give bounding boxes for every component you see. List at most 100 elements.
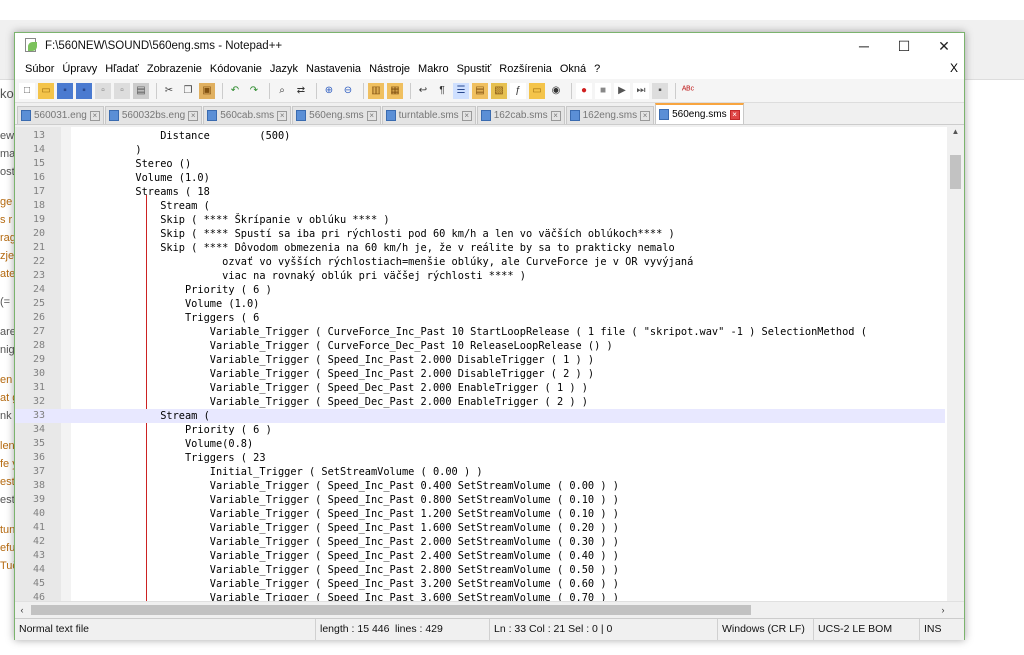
document-tab[interactable]: 560eng.sms × [292,106,381,124]
save-macro-icon[interactable]: ▪ [652,82,668,99]
code-line[interactable]: 27 Variable_Trigger ( CurveForce_Inc_Pas… [15,325,945,339]
scroll-left-arrow-icon[interactable]: ‹ [15,602,29,618]
code-line[interactable]: 30 Variable_Trigger ( Speed_Inc_Past 2.0… [15,367,945,381]
new-file-icon[interactable]: □ [19,82,35,99]
code-line[interactable]: 21 Skip ( **** Dôvodom obmezenia na 60 k… [15,241,945,255]
code-line[interactable]: 22 ozvať vo vyšších rýchlostiach=menšie … [15,255,945,269]
code-line[interactable]: 46 Variable_Trigger ( Speed_Inc_Past 3.6… [15,591,945,601]
code-line[interactable]: 44 Variable_Trigger ( Speed_Inc_Past 2.8… [15,563,945,577]
menu-item[interactable]: Rozšírenia [495,63,556,75]
code-line[interactable]: 14 ) [15,143,945,157]
code-line[interactable]: 41 Variable_Trigger ( Speed_Inc_Past 1.6… [15,521,945,535]
close-icon[interactable]: ▫ [95,82,111,99]
paste-icon[interactable]: ▣ [199,82,215,99]
code-line[interactable]: 26 Triggers ( 6 [15,311,945,325]
menu-item[interactable]: Hľadať [101,63,143,75]
stop-record-icon[interactable]: ■ [595,82,611,99]
print-icon[interactable]: ▤ [133,82,149,99]
minimize-button[interactable]: ─ [844,33,884,59]
document-tab[interactable]: 162eng.sms × [565,106,655,124]
menu-item[interactable]: Okná [556,63,590,75]
udl-icon[interactable]: ▤ [472,82,488,99]
document-tab[interactable]: 560eng.sms × [655,103,744,124]
menu-item[interactable]: Jazyk [266,63,302,75]
cut-icon[interactable]: ✂ [161,83,177,99]
code-line[interactable]: 40 Variable_Trigger ( Speed_Inc_Past 1.2… [15,507,945,521]
horizontal-scrollbar[interactable]: ‹ › [15,601,964,617]
code-line[interactable]: 23 viac na rovnaký oblúk pri väčšej rých… [15,269,945,283]
tab-close-icon[interactable]: × [461,110,472,121]
save-all-icon[interactable]: ▪ [76,82,92,99]
redo-icon[interactable]: ↷ [246,83,262,99]
tab-close-icon[interactable]: × [188,110,199,121]
code-line[interactable]: 15 Stereo () [15,157,945,171]
menu-item[interactable]: Makro [414,63,453,75]
zoom-out-icon[interactable]: ⊖ [340,83,356,99]
code-line[interactable]: 25 Volume (1.0) [15,297,945,311]
code-line[interactable]: 13 Distance (500) [15,129,945,143]
record-macro-icon[interactable]: ● [576,82,592,99]
document-tab[interactable]: 560031.eng × [17,106,104,124]
code-line[interactable]: 29 Variable_Trigger ( Speed_Inc_Past 2.0… [15,353,945,367]
code-line[interactable]: 43 Variable_Trigger ( Speed_Inc_Past 2.4… [15,549,945,563]
document-tab[interactable]: 162cab.sms × [476,106,565,124]
save-icon[interactable]: ▪ [57,82,73,99]
sync-h-icon[interactable]: ▦ [387,82,403,99]
function-list-icon[interactable]: ƒ [510,82,526,99]
tab-close-icon[interactable]: × [366,110,377,121]
editor-area[interactable]: 13 Distance (500) 14 ) 15 Stereo () 16 Volu… [15,127,964,601]
sync-v-icon[interactable]: ▥ [368,82,384,99]
run-macro-multiple-icon[interactable]: ⏭ [633,82,649,99]
scroll-up-arrow-icon[interactable]: ▲ [947,127,964,141]
code-line[interactable]: 37 Initial_Trigger ( SetStreamVolume ( 0… [15,465,945,479]
tab-close-icon[interactable]: × [729,109,740,120]
menu-item[interactable]: Spustiť [453,63,496,75]
code-line[interactable]: 18 Stream ( [15,199,945,213]
tab-close-icon[interactable]: × [89,110,100,121]
close-document-button[interactable]: X [950,61,958,75]
code-line[interactable]: 35 Volume(0.8) [15,437,945,451]
menu-item[interactable]: Úpravy [58,63,101,75]
doc-map-icon[interactable]: ▧ [491,82,507,99]
code-line[interactable]: 19 Skip ( **** Škrípanie v oblúku **** ) [15,213,945,227]
close-all-icon[interactable]: ▫ [114,82,130,99]
code-line[interactable]: 34 Priority ( 6 ) [15,423,945,437]
document-tab[interactable]: 560cab.sms × [203,106,292,124]
code-line[interactable]: 36 Triggers ( 23 [15,451,945,465]
vertical-scroll-thumb[interactable] [950,155,961,189]
code-line[interactable]: 28 Variable_Trigger ( CurveForce_Dec_Pas… [15,339,945,353]
indent-guide-icon[interactable]: ☰ [453,82,469,99]
document-tab[interactable]: 560032bs.eng × [104,106,203,124]
code-line[interactable]: 31 Variable_Trigger ( Speed_Dec_Past 2.0… [15,381,945,395]
code-line[interactable]: 42 Variable_Trigger ( Speed_Inc_Past 2.0… [15,535,945,549]
code-line[interactable]: 39 Variable_Trigger ( Speed_Inc_Past 0.8… [15,493,945,507]
tab-close-icon[interactable]: × [277,110,288,121]
tab-close-icon[interactable]: × [550,110,561,121]
monitor-icon[interactable]: ◉ [548,83,564,99]
maximize-button[interactable]: ☐ [884,33,924,59]
horizontal-scroll-thumb[interactable] [31,605,751,615]
code-line[interactable]: 16 Volume (1.0) [15,171,945,185]
find-icon[interactable]: ⌕ [274,83,290,99]
menu-item[interactable]: Nastavenia [302,63,365,75]
all-chars-icon[interactable]: ¶ [434,83,450,99]
code-line[interactable]: 20 Skip ( **** Spustí sa iba pri rýchlos… [15,227,945,241]
menu-item[interactable]: ? [590,63,604,75]
code-line[interactable]: 33 Stream ( [15,409,945,423]
copy-icon[interactable]: ❐ [180,83,196,99]
code-line[interactable]: 38 Variable_Trigger ( Speed_Inc_Past 0.4… [15,479,945,493]
tab-close-icon[interactable]: × [640,110,651,121]
close-window-button[interactable]: ✕ [924,33,964,59]
code-line[interactable]: 17 Streams ( 18 [15,185,945,199]
code-line[interactable]: 45 Variable_Trigger ( Speed_Inc_Past 3.2… [15,577,945,591]
spell-check-icon[interactable]: ᴬᴮᶜ [680,83,696,99]
open-file-icon[interactable]: ▭ [38,82,54,99]
play-macro-icon[interactable]: ▶ [614,82,630,99]
code-line[interactable]: 24 Priority ( 6 ) [15,283,945,297]
menu-item[interactable]: Nástroje [365,63,414,75]
replace-icon[interactable]: ⇄ [293,83,309,99]
menu-item[interactable]: Súbor [21,63,58,75]
document-tab[interactable]: turntable.sms × [381,106,476,124]
status-insert-mode[interactable]: INS [919,619,942,640]
menu-item[interactable]: Zobrazenie [143,63,206,75]
